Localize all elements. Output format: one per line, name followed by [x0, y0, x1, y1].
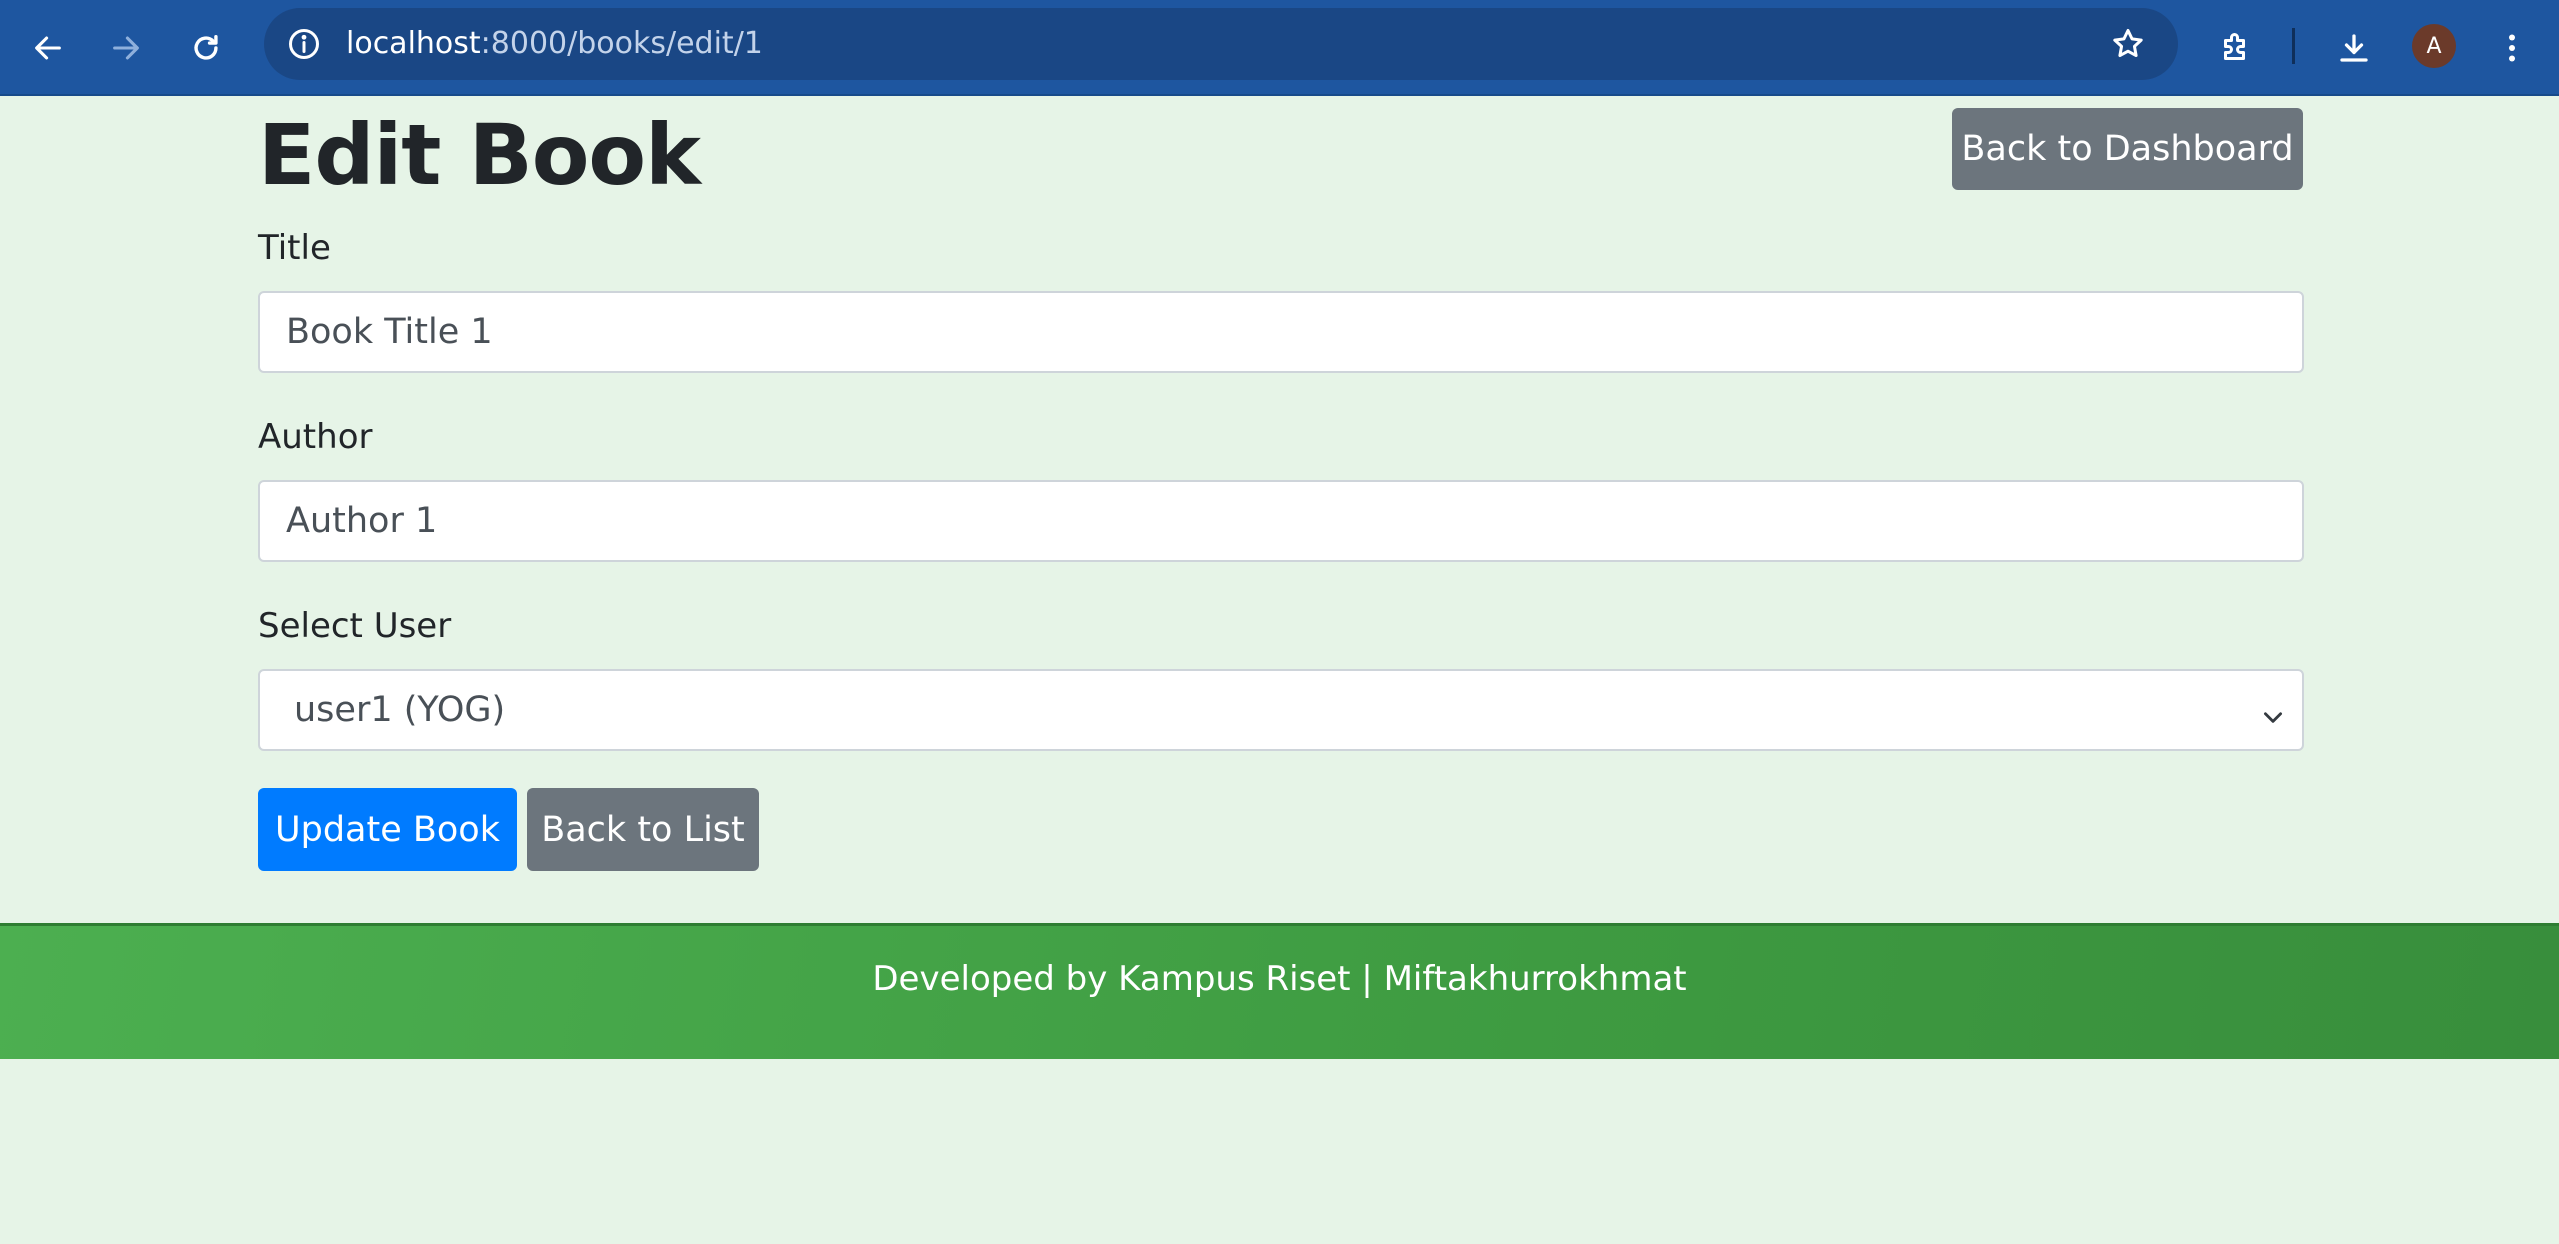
- chevron-down-icon: [2260, 699, 2286, 725]
- reload-button[interactable]: [178, 20, 234, 76]
- back-to-dashboard-button[interactable]: Back to Dashboard: [1952, 108, 2303, 190]
- profile-avatar[interactable]: A: [2412, 24, 2456, 68]
- extensions-icon[interactable]: [2208, 20, 2264, 76]
- forward-button[interactable]: [98, 20, 154, 76]
- title-label: Title: [258, 228, 331, 268]
- forward-arrow-icon: [113, 36, 139, 60]
- title-input-value: Book Title 1: [286, 312, 493, 352]
- toolbar-divider: [2292, 28, 2295, 64]
- user-select[interactable]: user1 (YOG): [258, 669, 2304, 751]
- select-user-label: Select User: [258, 606, 452, 646]
- title-input[interactable]: Book Title 1: [258, 291, 2304, 373]
- browser-toolbar: localhost:8000/books/edit/1 A: [0, 0, 2559, 96]
- back-button[interactable]: [20, 20, 76, 76]
- footer-text: Developed by Kampus Riset | Miftakhurrok…: [872, 959, 1687, 999]
- url-host: localhost: [346, 26, 481, 61]
- address-bar[interactable]: localhost:8000/books/edit/1: [264, 8, 2178, 80]
- site-info-icon[interactable]: [284, 24, 324, 64]
- back-to-list-button[interactable]: Back to List: [527, 788, 759, 871]
- back-arrow-icon: [35, 36, 61, 60]
- download-icon[interactable]: [2326, 20, 2382, 76]
- reload-icon: [194, 34, 218, 60]
- author-label: Author: [258, 417, 373, 457]
- url-path: :8000/books/edit/1: [480, 26, 763, 61]
- author-input-value: Author 1: [286, 501, 438, 541]
- user-select-value: user1 (YOG): [294, 690, 506, 730]
- footer: Developed by Kampus Riset | Miftakhurrok…: [0, 923, 2559, 1059]
- author-input[interactable]: Author 1: [258, 480, 2304, 562]
- page-title: Edit Book: [258, 106, 701, 204]
- menu-dots-icon[interactable]: [2484, 20, 2540, 76]
- bookmark-star-icon[interactable]: [2108, 24, 2148, 64]
- update-book-button[interactable]: Update Book: [258, 788, 517, 871]
- url-text[interactable]: localhost:8000/books/edit/1: [346, 25, 763, 63]
